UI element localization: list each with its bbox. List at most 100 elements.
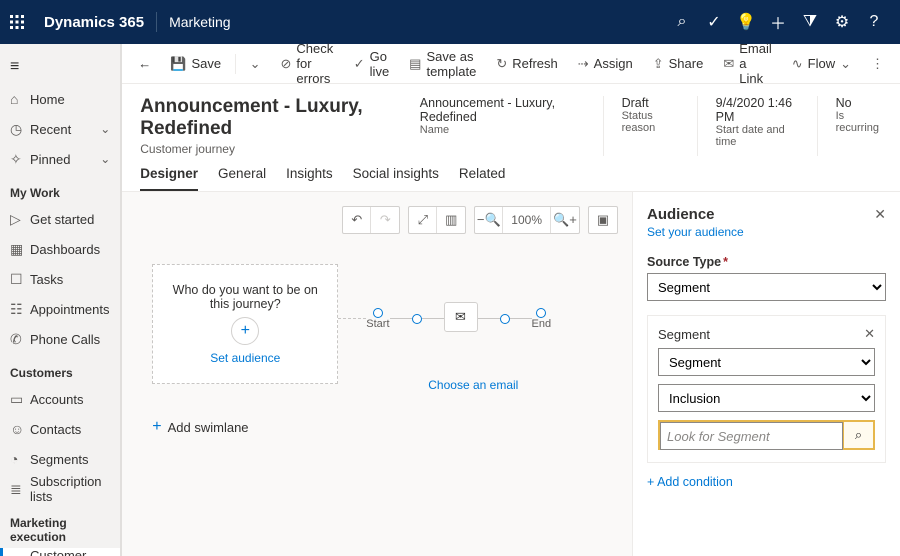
task-icon[interactable]: ✓ <box>698 12 730 32</box>
plus-icon: + <box>152 418 161 436</box>
set-audience-link[interactable]: Set audience <box>210 351 280 365</box>
inclusion-select[interactable]: Inclusion <box>658 384 875 412</box>
fit-button[interactable]: ▣ <box>589 207 617 233</box>
zoom-level[interactable]: 100% <box>503 207 551 233</box>
nav-label: Tasks <box>30 272 110 287</box>
dashboard-icon: ▦ <box>10 241 30 258</box>
save-button[interactable]: 💾Save <box>162 52 229 76</box>
segment-group-label: Segment <box>658 327 710 342</box>
close-panel-button[interactable]: ✕ <box>874 206 886 223</box>
refresh-button[interactable]: ↻Refresh <box>488 52 565 76</box>
tab-related[interactable]: Related <box>459 166 506 191</box>
nav-recent[interactable]: ◷Recent⌄ <box>0 114 120 144</box>
calendar-icon: ☷ <box>10 301 30 318</box>
segment-select[interactable]: Segment <box>658 348 875 376</box>
nav-appointments[interactable]: ☷Appointments <box>0 294 120 324</box>
nav-label: Dashboards <box>30 242 110 257</box>
mail-icon: ✉ <box>723 56 734 72</box>
connector-dot[interactable] <box>412 314 422 324</box>
nav-label: Get started <box>30 212 110 227</box>
home-icon: ⌂ <box>10 91 30 107</box>
go-live-button[interactable]: ✓Go live <box>346 45 397 83</box>
source-type-select[interactable]: Segment <box>647 273 886 301</box>
audience-tile[interactable]: Who do you want to be on this journey? +… <box>152 264 338 384</box>
cmd-label: Share <box>669 56 704 71</box>
nav-label: Phone Calls <box>30 332 110 347</box>
mail-icon: ✉ <box>455 309 466 325</box>
check-errors-button[interactable]: ⊘Check for errors <box>272 37 341 90</box>
choose-email-link[interactable]: Choose an email <box>428 378 618 392</box>
meta-start: 9/4/2020 1:46 PMStart date and time <box>716 96 799 156</box>
minimap-button[interactable]: ▥ <box>437 207 465 233</box>
hamburger-icon[interactable]: ≡ <box>0 50 120 84</box>
nav-pinned[interactable]: ✧Pinned⌄ <box>0 144 120 174</box>
email-tile[interactable]: ✉ <box>444 302 478 332</box>
nav-contacts[interactable]: ☺Contacts <box>0 414 120 444</box>
remove-segment-button[interactable]: ✕ <box>864 326 875 342</box>
add-condition-link[interactable]: + Add condition <box>647 475 886 489</box>
nav-phone-calls[interactable]: ✆Phone Calls <box>0 324 120 354</box>
left-nav: ≡ ⌂Home ◷Recent⌄ ✧Pinned⌄ My Work ▷Get s… <box>0 44 121 556</box>
nav-tasks[interactable]: ☐Tasks <box>0 264 120 294</box>
zoom-out-button[interactable]: −🔍 <box>475 207 503 233</box>
refresh-icon: ↻ <box>496 56 507 72</box>
zoom-in-button[interactable]: 🔍+ <box>551 207 579 233</box>
segment-search: ⌕ <box>658 420 875 450</box>
save-template-button[interactable]: ▤Save as template <box>401 45 484 83</box>
search-icon[interactable]: ⌕ <box>666 13 698 31</box>
back-button[interactable]: ← <box>130 52 158 75</box>
app-area[interactable]: Marketing <box>169 14 230 30</box>
building-icon: ▭ <box>10 391 30 408</box>
undo-button[interactable]: ↶ <box>343 207 371 233</box>
nav-label: Pinned <box>30 152 100 167</box>
connector-dot[interactable] <box>500 314 510 324</box>
tab-general[interactable]: General <box>218 166 266 191</box>
nav-segments[interactable]: ◔Segments <box>0 444 120 474</box>
nav-subscription-lists[interactable]: ≣Subscription lists <box>0 474 120 504</box>
designer-canvas: ↶ ↷ ⤢ ▥ −🔍 100% 🔍+ ▣ <box>122 192 632 556</box>
pin-icon: ✧ <box>10 151 30 168</box>
bulb-icon[interactable]: 💡 <box>730 12 762 32</box>
search-icon: ⌕ <box>855 427 862 443</box>
template-icon: ▤ <box>409 56 421 72</box>
flow-icon: ∿ <box>792 56 803 72</box>
help-icon[interactable]: ? <box>858 13 890 31</box>
filter-icon[interactable]: ⧩ <box>794 13 826 31</box>
tab-social-insights[interactable]: Social insights <box>353 166 439 191</box>
share-icon: ⇪ <box>653 56 664 72</box>
app-launcher-icon[interactable] <box>10 15 38 29</box>
nav-get-started[interactable]: ▷Get started <box>0 204 120 234</box>
phone-icon: ✆ <box>10 331 30 348</box>
save-dropdown[interactable]: ⌄ <box>242 52 269 76</box>
nav-home[interactable]: ⌂Home <box>0 84 120 114</box>
nav-section-marketing: Marketing execution <box>0 504 120 548</box>
nav-customer-journeys[interactable]: ⚑Customer journeys <box>0 548 120 556</box>
tab-insights[interactable]: Insights <box>286 166 333 191</box>
contact-icon: ☺ <box>10 421 30 437</box>
add-swimlane-button[interactable]: +Add swimlane <box>152 418 618 436</box>
canvas-toolbar: ↶ ↷ ⤢ ▥ −🔍 100% 🔍+ ▣ <box>342 206 618 234</box>
nav-label: Appointments <box>30 302 110 317</box>
email-link-button[interactable]: ✉Email a Link <box>715 37 779 90</box>
add-icon[interactable]: ＋ <box>762 10 794 34</box>
nav-label: Recent <box>30 122 100 137</box>
flow-button[interactable]: ∿Flow ⌄ <box>784 52 859 76</box>
assign-button[interactable]: ⇢Assign <box>570 52 641 76</box>
segment-group: Segment ✕ Segment Inclusion ⌕ <box>647 315 886 463</box>
add-audience-button[interactable]: + <box>231 317 259 345</box>
task-list-icon: ☐ <box>10 271 30 288</box>
segment-search-input[interactable] <box>660 422 843 450</box>
nav-accounts[interactable]: ▭Accounts <box>0 384 120 414</box>
redo-button[interactable]: ↷ <box>371 207 399 233</box>
check-icon: ⊘ <box>280 56 291 72</box>
fullscreen-button[interactable]: ⤢ <box>409 207 437 233</box>
more-commands[interactable]: ⋮ <box>863 52 892 76</box>
settings-icon[interactable]: ⚙ <box>826 12 858 32</box>
share-button[interactable]: ⇪ Share <box>645 52 712 76</box>
nav-label: Customer journeys <box>30 548 110 556</box>
nav-dashboards[interactable]: ▦Dashboards <box>0 234 120 264</box>
segment-search-button[interactable]: ⌕ <box>843 422 873 448</box>
tab-designer[interactable]: Designer <box>140 166 198 191</box>
meta-status: DraftStatus reason <box>622 96 679 156</box>
panel-hint-link[interactable]: Set your audience <box>647 225 886 239</box>
